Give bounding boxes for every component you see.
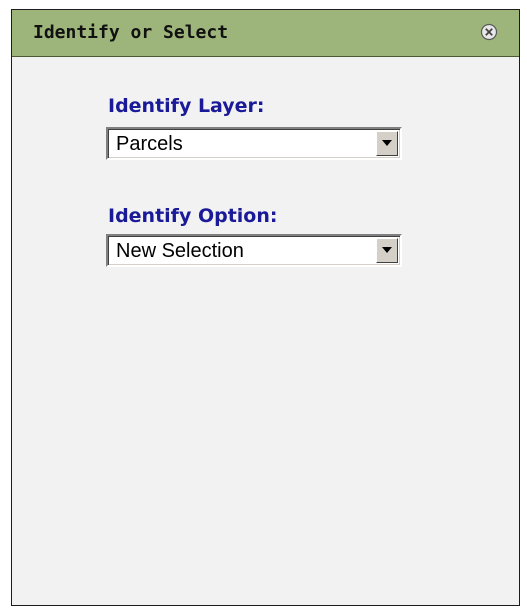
identify-layer-select[interactable]: Parcels: [106, 127, 402, 160]
dropdown-arrow-icon[interactable]: [376, 238, 398, 263]
identify-layer-label: Identify Layer:: [108, 95, 265, 117]
dropdown-arrow-icon[interactable]: [376, 131, 398, 156]
identify-option-select[interactable]: New Selection: [106, 234, 402, 267]
identify-option-value: New Selection: [116, 240, 244, 262]
identify-option-label: Identify Option:: [108, 205, 278, 227]
close-icon[interactable]: [480, 23, 498, 41]
identify-layer-value: Parcels: [116, 133, 183, 155]
identify-panel: Identify or Select Identify Layer: Parce…: [11, 9, 520, 606]
panel-title: Identify or Select: [33, 22, 229, 43]
panel-titlebar: Identify or Select: [12, 10, 519, 57]
